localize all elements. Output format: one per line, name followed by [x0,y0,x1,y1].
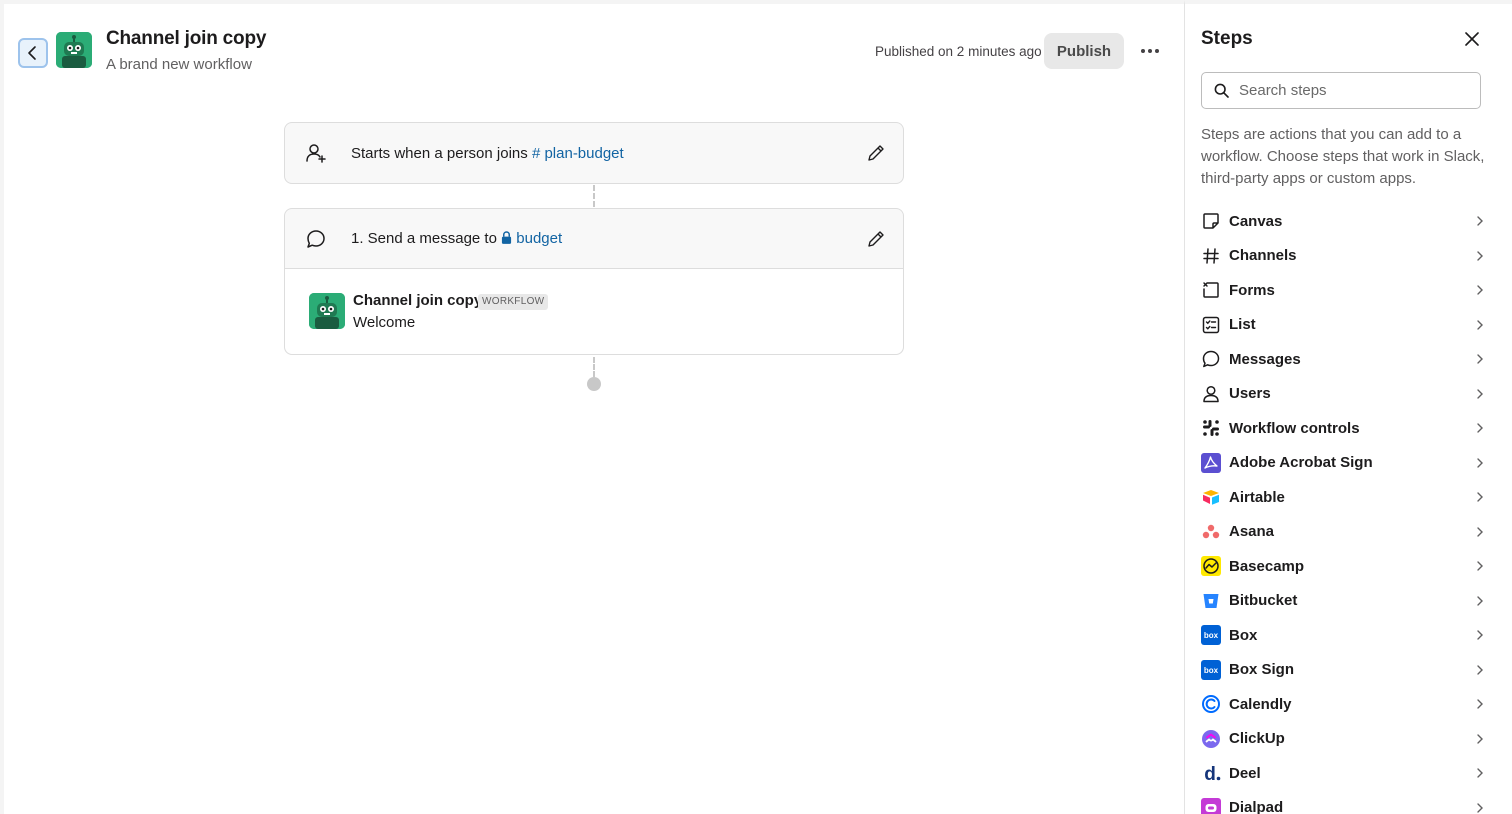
close-panel-button[interactable] [1461,28,1483,50]
back-button[interactable] [18,38,48,68]
workflow-bot-avatar [309,293,345,329]
step-item-users[interactable]: Users [1201,377,1497,412]
chevron-right-icon [1477,319,1483,330]
list-icon [1201,315,1221,335]
chevron-right-icon [1477,388,1483,399]
panel-title: Steps [1201,28,1253,49]
chevron-right-icon [1477,354,1483,364]
search-steps-field[interactable] [1201,72,1481,109]
workflow-subtitle: A brand new workflow [106,56,252,73]
panel-description: Steps are actions that you can add to a … [1201,126,1485,187]
basecamp-icon [1201,556,1221,577]
hash-icon: # [531,144,541,162]
publish-button[interactable]: Publish [1044,33,1124,69]
step-item-basecamp[interactable]: Basecamp [1201,549,1497,584]
chevron-right-icon [1477,216,1483,226]
step-item-clickup[interactable]: ClickUp [1201,722,1497,757]
steps-list: Canvas Channels Forms List Messages User… [1201,204,1497,814]
chevron-left-icon [28,46,36,60]
dialpad-icon [1201,797,1221,814]
step-item-workflow-controls[interactable]: Workflow controls [1201,411,1497,446]
workflow-badge: WORKFLOW [478,294,549,310]
step-item-forms[interactable]: Forms [1201,273,1497,308]
step-item-box[interactable]: box Box [1201,618,1497,653]
step-item-list[interactable]: List [1201,308,1497,343]
sender-name: Channel join copy [353,292,483,309]
chevron-right-icon [1477,768,1483,778]
published-status: Published on 2 minutes ago [875,44,1042,59]
trigger-channel-link[interactable]: # plan-budget [532,145,624,162]
chevron-right-icon [1477,664,1483,675]
lock-icon [502,231,512,244]
step-connector [593,185,595,207]
ellipsis-icon [1141,49,1159,53]
chevron-right-icon [1477,250,1483,261]
pencil-icon[interactable] [865,228,887,250]
workflow-canvas: Channel join copy A brand new workflow P… [0,0,1184,814]
box-icon: box [1201,625,1221,646]
deel-icon: d [1201,763,1221,783]
message-preview: Channel join copy WORKFLOW Welcome [285,269,903,354]
svg-text:box: box [1204,631,1219,640]
forms-icon [1201,280,1221,300]
step-item-adobe-acrobat-sign[interactable]: Adobe Acrobat Sign [1201,446,1497,481]
trigger-text: Starts when a person joins # plan-budget [351,144,624,162]
chevron-right-icon [1477,526,1483,537]
chevron-right-icon [1477,595,1483,606]
chevron-right-icon [1477,699,1483,709]
chevron-right-icon [1477,457,1483,468]
bitbucket-icon [1201,591,1221,611]
search-icon [1214,83,1229,98]
add-step-dot[interactable] [587,377,601,391]
step-item-calendly[interactable]: Calendly [1201,687,1497,722]
workflow-bot-avatar [56,32,92,68]
user-icon [1201,384,1221,404]
send-message-step-card[interactable]: 1. Send a message to budget Channel join [284,208,904,355]
more-options-button[interactable] [1136,37,1164,65]
asana-icon [1201,522,1221,542]
message-text: Welcome [353,314,416,331]
user-add-icon [305,142,327,164]
step-item-asana[interactable]: Asana [1201,515,1497,550]
trigger-card[interactable]: Starts when a person joins # plan-budget [284,122,904,184]
clickup-icon [1201,729,1221,749]
workflow-title: Channel join copy [106,28,267,49]
step-item-box-sign[interactable]: box Box Sign [1201,653,1497,688]
box-sign-icon: box [1201,659,1221,680]
step-item-canvas[interactable]: Canvas [1201,204,1497,239]
step-connector [593,357,595,377]
step-item-airtable[interactable]: Airtable [1201,480,1497,515]
step-title: 1. Send a message to budget [351,230,563,247]
chevron-right-icon [1477,423,1483,433]
chevron-right-icon [1477,561,1483,571]
message-bubble-icon [305,228,327,250]
close-icon [1465,32,1479,46]
step-item-deel[interactable]: d Deel [1201,756,1497,791]
step-item-dialpad[interactable]: Dialpad [1201,791,1497,814]
step-channel-link[interactable]: budget [501,230,562,247]
chevron-right-icon [1477,285,1483,295]
hash-icon [1201,246,1221,266]
pencil-icon[interactable] [865,142,887,164]
workflow-controls-icon [1201,418,1221,438]
step-item-bitbucket[interactable]: Bitbucket [1201,584,1497,619]
chevron-right-icon [1477,802,1483,813]
svg-text:d: d [1204,764,1216,783]
svg-text:box: box [1204,666,1219,675]
chevron-right-icon [1477,492,1483,502]
chevron-right-icon [1477,733,1483,744]
step-item-messages[interactable]: Messages [1201,342,1497,377]
search-input[interactable] [1239,82,1469,99]
message-bubble-icon [1201,349,1221,369]
canvas-icon [1201,211,1221,231]
step-item-channels[interactable]: Channels [1201,239,1497,274]
steps-panel: Steps Steps are actions that you can add… [1184,0,1512,814]
chevron-right-icon [1477,630,1483,640]
adobe-acrobat-sign-icon [1201,452,1221,473]
airtable-icon [1201,487,1221,507]
calendly-icon [1201,694,1221,714]
